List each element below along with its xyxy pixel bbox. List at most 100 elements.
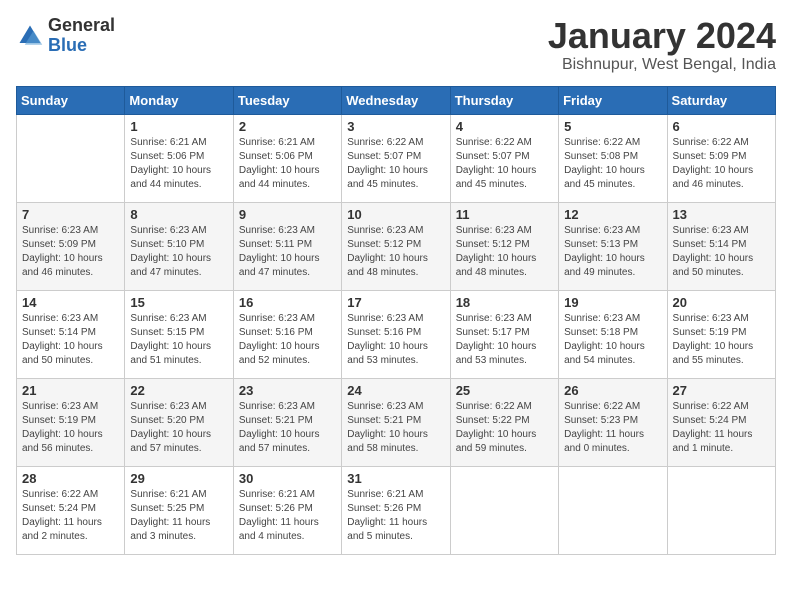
logo-text: General Blue xyxy=(48,16,115,56)
calendar-cell: 27 Sunrise: 6:22 AM Sunset: 5:24 PM Dayli… xyxy=(667,378,775,466)
calendar-week-row: 1 Sunrise: 6:21 AM Sunset: 5:06 PM Daylig… xyxy=(17,114,776,202)
day-info: Sunrise: 6:21 AM Sunset: 5:26 PM Dayligh… xyxy=(239,488,336,544)
day-number: 22 xyxy=(130,383,227,398)
calendar-cell: 24Sunrise: 6:23 AM Sunset: 5:21 PM Dayli… xyxy=(342,378,450,466)
day-info: Sunrise: 6:21 AM Sunset: 5:25 PM Dayligh… xyxy=(130,488,227,544)
day-info: Sunrise: 6:22 AM Sunset: 5:24 PM Dayligh… xyxy=(673,400,770,456)
location: Bishnupur, West Bengal, India xyxy=(548,56,776,74)
day-number: 1 xyxy=(130,119,227,134)
calendar-cell: 14Sunrise: 6:23 AM Sunset: 5:14 PM Dayli… xyxy=(17,290,125,378)
logo-blue: Blue xyxy=(48,36,115,56)
day-number: 24 xyxy=(347,383,444,398)
day-number: 6 xyxy=(673,119,770,134)
calendar-week-row: 21 Sunrise: 6:23 AM Sunset: 5:19 PM Dayli… xyxy=(17,378,776,466)
calendar-cell: 29 Sunrise: 6:21 AM Sunset: 5:25 PM Dayli… xyxy=(125,466,233,554)
day-info: Sunrise: 6:22 AM Sunset: 5:07 PM Dayligh… xyxy=(347,136,444,192)
header: General Blue January 2024 Bishnupur, Wes… xyxy=(16,16,776,74)
day-number: 19 xyxy=(564,295,661,310)
day-info: Sunrise: 6:23 AM Sunset: 5:12 PM Dayligh… xyxy=(347,224,444,280)
calendar-cell: 17Sunrise: 6:23 AM Sunset: 5:16 PM Dayli… xyxy=(342,290,450,378)
calendar-cell: 7 Sunrise: 6:23 AM Sunset: 5:09 PM Daylig… xyxy=(17,202,125,290)
day-number: 27 xyxy=(673,383,770,398)
day-number: 31 xyxy=(347,471,444,486)
calendar-cell: 28 Sunrise: 6:22 AM Sunset: 5:24 PM Dayli… xyxy=(17,466,125,554)
calendar-cell: 18 Sunrise: 6:23 AM Sunset: 5:17 PM Dayli… xyxy=(450,290,558,378)
calendar-cell: 8Sunrise: 6:23 AM Sunset: 5:10 PM Daylig… xyxy=(125,202,233,290)
calendar-cell: 9 Sunrise: 6:23 AM Sunset: 5:11 PM Daylig… xyxy=(233,202,341,290)
calendar-cell xyxy=(450,466,558,554)
calendar-cell: 5 Sunrise: 6:22 AM Sunset: 5:08 PM Daylig… xyxy=(559,114,667,202)
calendar-cell: 23Sunrise: 6:23 AM Sunset: 5:21 PM Dayli… xyxy=(233,378,341,466)
day-number: 5 xyxy=(564,119,661,134)
calendar-cell xyxy=(559,466,667,554)
day-header-thursday: Thursday xyxy=(450,86,558,114)
day-header-saturday: Saturday xyxy=(667,86,775,114)
day-info: Sunrise: 6:23 AM Sunset: 5:09 PM Dayligh… xyxy=(22,224,119,280)
month-title: January 2024 xyxy=(548,16,776,56)
day-info: Sunrise: 6:23 AM Sunset: 5:18 PM Dayligh… xyxy=(564,312,661,368)
day-number: 15 xyxy=(130,295,227,310)
day-info: Sunrise: 6:23 AM Sunset: 5:21 PM Dayligh… xyxy=(239,400,336,456)
calendar-week-row: 14Sunrise: 6:23 AM Sunset: 5:14 PM Dayli… xyxy=(17,290,776,378)
day-info: Sunrise: 6:23 AM Sunset: 5:15 PM Dayligh… xyxy=(130,312,227,368)
day-number: 26 xyxy=(564,383,661,398)
calendar-cell: 6 Sunrise: 6:22 AM Sunset: 5:09 PM Daylig… xyxy=(667,114,775,202)
day-info: Sunrise: 6:23 AM Sunset: 5:20 PM Dayligh… xyxy=(130,400,227,456)
day-number: 18 xyxy=(456,295,553,310)
day-number: 30 xyxy=(239,471,336,486)
day-info: Sunrise: 6:23 AM Sunset: 5:16 PM Dayligh… xyxy=(239,312,336,368)
day-number: 28 xyxy=(22,471,119,486)
day-info: Sunrise: 6:22 AM Sunset: 5:24 PM Dayligh… xyxy=(22,488,119,544)
title-area: January 2024 Bishnupur, West Bengal, Ind… xyxy=(548,16,776,74)
day-number: 13 xyxy=(673,207,770,222)
calendar-cell: 22 Sunrise: 6:23 AM Sunset: 5:20 PM Dayli… xyxy=(125,378,233,466)
day-info: Sunrise: 6:22 AM Sunset: 5:07 PM Dayligh… xyxy=(456,136,553,192)
day-header-sunday: Sunday xyxy=(17,86,125,114)
day-number: 29 xyxy=(130,471,227,486)
day-info: Sunrise: 6:22 AM Sunset: 5:09 PM Dayligh… xyxy=(673,136,770,192)
day-info: Sunrise: 6:21 AM Sunset: 5:06 PM Dayligh… xyxy=(239,136,336,192)
day-number: 9 xyxy=(239,207,336,222)
calendar-cell: 1 Sunrise: 6:21 AM Sunset: 5:06 PM Daylig… xyxy=(125,114,233,202)
calendar-cell: 16Sunrise: 6:23 AM Sunset: 5:16 PM Dayli… xyxy=(233,290,341,378)
calendar-cell xyxy=(667,466,775,554)
day-info: Sunrise: 6:21 AM Sunset: 5:06 PM Dayligh… xyxy=(130,136,227,192)
day-info: Sunrise: 6:23 AM Sunset: 5:17 PM Dayligh… xyxy=(456,312,553,368)
calendar-cell: 12Sunrise: 6:23 AM Sunset: 5:13 PM Dayli… xyxy=(559,202,667,290)
calendar-cell: 2 Sunrise: 6:21 AM Sunset: 5:06 PM Daylig… xyxy=(233,114,341,202)
day-number: 7 xyxy=(22,207,119,222)
day-info: Sunrise: 6:22 AM Sunset: 5:08 PM Dayligh… xyxy=(564,136,661,192)
day-info: Sunrise: 6:23 AM Sunset: 5:11 PM Dayligh… xyxy=(239,224,336,280)
logo: General Blue xyxy=(16,16,115,56)
calendar-week-row: 28 Sunrise: 6:22 AM Sunset: 5:24 PM Dayli… xyxy=(17,466,776,554)
day-header-wednesday: Wednesday xyxy=(342,86,450,114)
day-number: 21 xyxy=(22,383,119,398)
day-info: Sunrise: 6:23 AM Sunset: 5:16 PM Dayligh… xyxy=(347,312,444,368)
day-number: 4 xyxy=(456,119,553,134)
day-number: 2 xyxy=(239,119,336,134)
calendar-cell: 30 Sunrise: 6:21 AM Sunset: 5:26 PM Dayli… xyxy=(233,466,341,554)
calendar-body: 1 Sunrise: 6:21 AM Sunset: 5:06 PM Daylig… xyxy=(17,114,776,554)
day-info: Sunrise: 6:23 AM Sunset: 5:12 PM Dayligh… xyxy=(456,224,553,280)
day-header-tuesday: Tuesday xyxy=(233,86,341,114)
day-info: Sunrise: 6:23 AM Sunset: 5:13 PM Dayligh… xyxy=(564,224,661,280)
calendar-cell: 19 Sunrise: 6:23 AM Sunset: 5:18 PM Dayli… xyxy=(559,290,667,378)
day-header-monday: Monday xyxy=(125,86,233,114)
logo-general: General xyxy=(48,16,115,36)
day-number: 10 xyxy=(347,207,444,222)
day-info: Sunrise: 6:21 AM Sunset: 5:26 PM Dayligh… xyxy=(347,488,444,544)
calendar-table: SundayMondayTuesdayWednesdayThursdayFrid… xyxy=(16,86,776,555)
calendar-cell: 20Sunrise: 6:23 AM Sunset: 5:19 PM Dayli… xyxy=(667,290,775,378)
day-header-friday: Friday xyxy=(559,86,667,114)
calendar-cell: 4 Sunrise: 6:22 AM Sunset: 5:07 PM Daylig… xyxy=(450,114,558,202)
day-info: Sunrise: 6:23 AM Sunset: 5:19 PM Dayligh… xyxy=(673,312,770,368)
day-info: Sunrise: 6:23 AM Sunset: 5:19 PM Dayligh… xyxy=(22,400,119,456)
calendar-cell: 26 Sunrise: 6:22 AM Sunset: 5:23 PM Dayli… xyxy=(559,378,667,466)
calendar-cell: 31 Sunrise: 6:21 AM Sunset: 5:26 PM Dayli… xyxy=(342,466,450,554)
calendar-header-row: SundayMondayTuesdayWednesdayThursdayFrid… xyxy=(17,86,776,114)
day-number: 3 xyxy=(347,119,444,134)
day-number: 25 xyxy=(456,383,553,398)
day-info: Sunrise: 6:23 AM Sunset: 5:14 PM Dayligh… xyxy=(673,224,770,280)
day-info: Sunrise: 6:22 AM Sunset: 5:23 PM Dayligh… xyxy=(564,400,661,456)
day-number: 8 xyxy=(130,207,227,222)
